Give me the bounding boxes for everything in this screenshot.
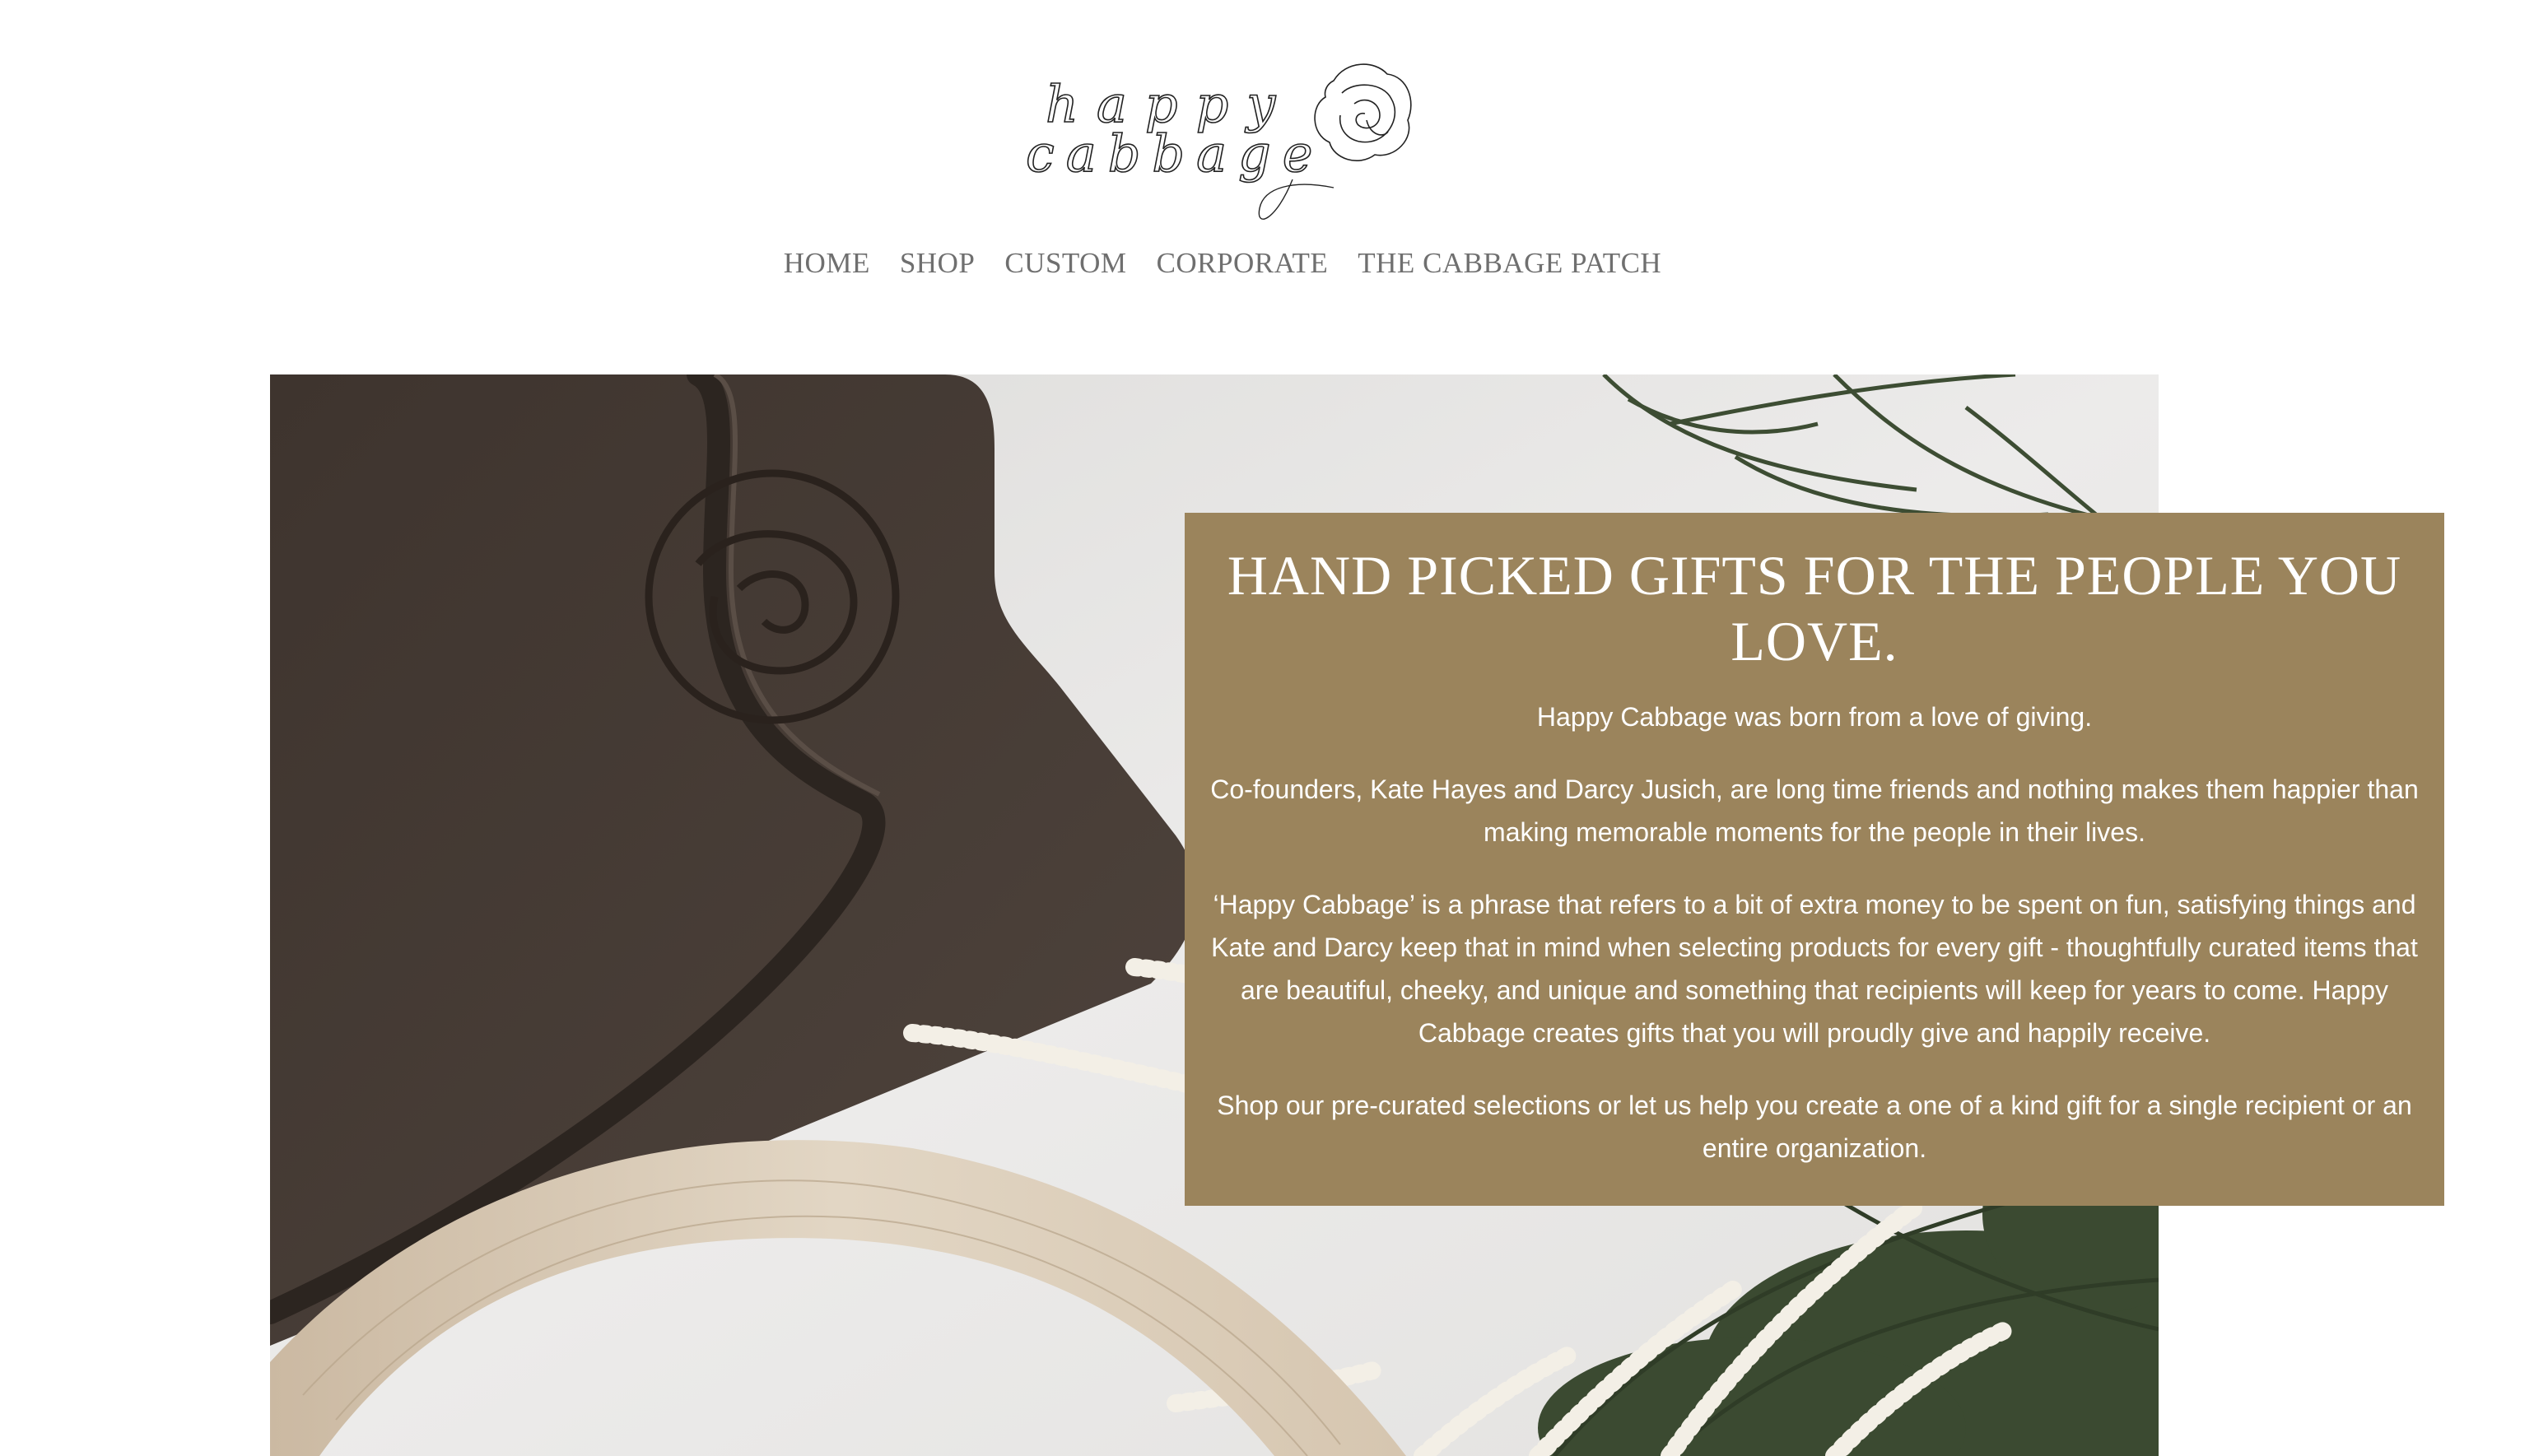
about-panel: HAND PICKED GIFTS FOR THE PEOPLE YOU LOV… — [1185, 513, 2444, 1206]
nav-custom[interactable]: CUSTOM — [1004, 244, 1126, 283]
about-paragraph-3: ‘Happy Cabbage’ is a phrase that refers … — [1211, 890, 2418, 1048]
nav-home[interactable]: HOME — [784, 244, 870, 283]
about-paragraph-2: Co-founders, Kate Hayes and Darcy Jusich… — [1210, 775, 2419, 847]
logo[interactable]: happy cabbage — [1021, 56, 1424, 229]
main-nav: HOME SHOP CUSTOM CORPORATE THE CABBAGE P… — [0, 244, 2445, 283]
logo-line2: cabbage — [1026, 123, 1324, 184]
about-title: HAND PICKED GIFTS FOR THE PEOPLE YOU LOV… — [1227, 544, 2402, 672]
happy-cabbage-logo: happy cabbage — [1025, 63, 1412, 220]
cabbage-flower-icon — [1314, 63, 1412, 162]
about-paragraph-1: Happy Cabbage was born from a love of gi… — [1536, 702, 2093, 732]
nav-the-cabbage-patch[interactable]: THE CABBAGE PATCH — [1358, 244, 1661, 283]
about-paragraph-4: Shop our pre-curated selections or let u… — [1217, 1091, 2412, 1163]
nav-shop[interactable]: SHOP — [900, 244, 975, 283]
nav-corporate[interactable]: CORPORATE — [1157, 244, 1329, 283]
